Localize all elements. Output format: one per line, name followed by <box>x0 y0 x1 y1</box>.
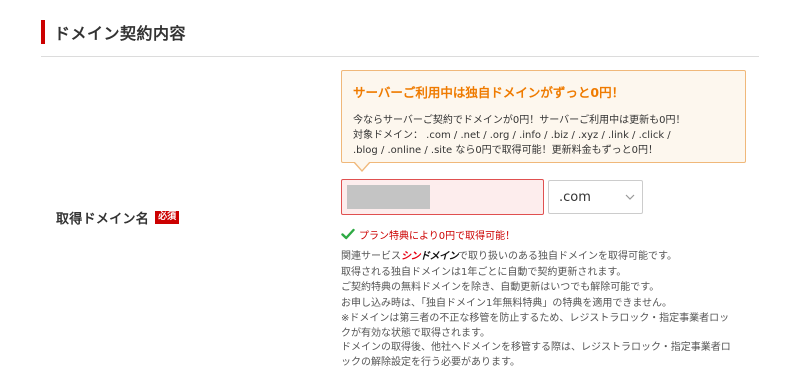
tld-selected-value: .com <box>559 189 591 205</box>
note-line: ※ドメインは第三者の不正な移管を防止するため、レジストラロック・指定事業者ロッ <box>341 313 730 324</box>
description-line: お申し込み時は、「独自ドメイン1年無料特典」の特典を適用できません。 <box>341 297 673 309</box>
description-line: 関連サービスシンドメインで取り扱いのある独自ドメインを取得可能です。 <box>341 249 677 265</box>
description-line: ご契約特典の無料ドメインを除き、自動更新はいつでも解除可能です。 <box>341 282 660 293</box>
promo-text-line: .blog / .online / .site なら0円で取得可能！更新料金もず… <box>353 145 659 156</box>
note-line: ドメインの取得後、他社へドメインを移管する際は、レジストラロック・指定事業者ロ <box>341 342 731 353</box>
chevron-down-icon <box>625 194 635 200</box>
callout-pointer-fill <box>354 161 370 170</box>
shin-domain-logo: シンドメイン <box>401 251 459 262</box>
promo-text-line: 対象ドメイン： .com / .net / .org / .info / .bi… <box>353 130 671 141</box>
field-label-group: 取得ドメイン名 必須 <box>56 208 180 227</box>
domain-description: 関連サービスシンドメインで取り扱いのある独自ドメインを取得可能です。 取得される… <box>341 249 677 311</box>
promo-title: サーバーご利用中は独自ドメインがずっと0円！ <box>353 85 625 100</box>
section-divider <box>41 56 759 57</box>
availability-status: プラン特典により0円で取得可能！ <box>341 226 515 242</box>
description-line: 取得される独自ドメインは1年ごとに自動で契約更新されます。 <box>341 266 627 278</box>
promo-callout: サーバーご利用中は独自ドメインがずっと0円！ 今ならサーバーご契約でドメインが0… <box>341 70 746 172</box>
section-title: ドメイン契約内容 <box>54 24 187 43</box>
required-badge: 必須 <box>155 210 180 224</box>
section-header: ドメイン契約内容 <box>41 19 186 45</box>
redacted-input-value <box>347 185 430 209</box>
tld-select[interactable]: .com <box>548 180 643 214</box>
note-line: ックの解除設定を行う必要があります。 <box>341 356 520 368</box>
section-accent-bar <box>41 20 45 44</box>
field-label: 取得ドメイン名 <box>56 211 150 227</box>
promo-text-line: 今ならサーバーご契約でドメインが0円！サーバーご利用中は更新も0円！ <box>353 115 686 126</box>
description-prefix: 関連サービス <box>341 251 401 262</box>
registrar-lock-notes: ※ドメインは第三者の不正な移管を防止するため、レジストラロック・指定事業者ロッ … <box>341 312 731 370</box>
note-line: クが有効な状態で取得されます。 <box>341 327 490 339</box>
description-suffix: で取り扱いのある独自ドメインを取得可能です。 <box>458 251 677 262</box>
availability-text: プラン特典により0円で取得可能！ <box>359 230 516 242</box>
check-icon <box>341 228 355 240</box>
